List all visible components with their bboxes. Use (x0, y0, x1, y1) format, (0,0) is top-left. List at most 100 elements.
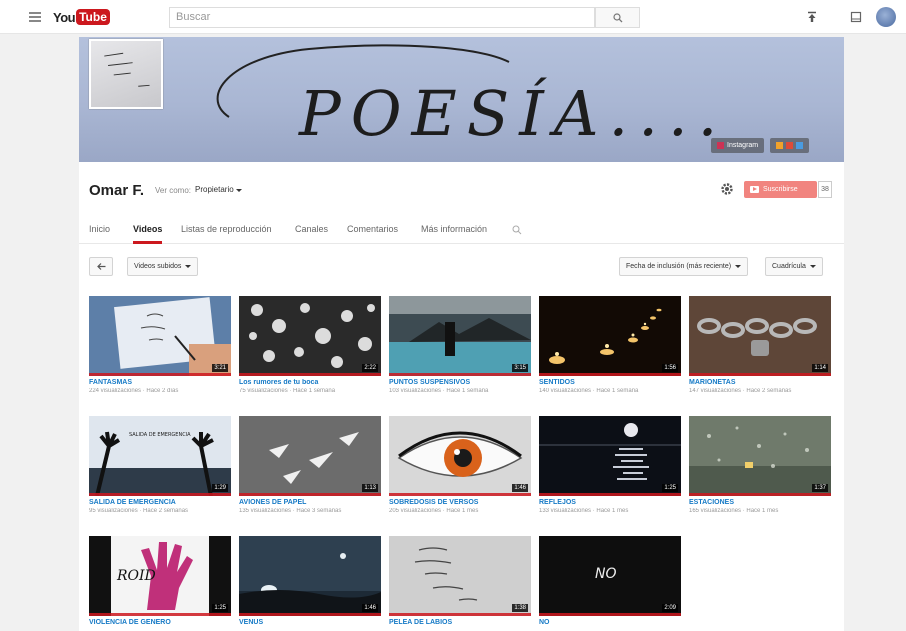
tab-about[interactable]: Más información (421, 224, 487, 244)
video-card[interactable]: 2:22 Los rumores de tu boca 75 visualiza… (239, 296, 381, 394)
video-title[interactable]: REFLEJOS (539, 499, 681, 506)
tab-videos[interactable]: Videos (133, 224, 163, 244)
banner-text: POESÍA.... (298, 77, 727, 150)
video-title[interactable]: AVIONES DE PAPEL (239, 499, 381, 506)
video-thumbnail[interactable]: 1:37 (689, 416, 831, 496)
banner-link-instagram[interactable]: Instagram (711, 138, 765, 153)
tab-channels[interactable]: Canales (295, 224, 328, 244)
tab-comments[interactable]: Comentarios (347, 224, 398, 244)
watched-progress-bar (689, 373, 831, 376)
google-plus-icon (786, 142, 794, 149)
video-card[interactable]: 1:38 PELEA DE LABIOS (389, 536, 531, 628)
logo-tube-text: Tube (76, 9, 110, 25)
video-title[interactable]: FANTASMAS (89, 379, 231, 386)
watched-progress-bar (389, 493, 531, 496)
watched-progress-bar (89, 373, 231, 376)
instagram-icon (717, 142, 724, 149)
logo-you-text: You (53, 9, 76, 25)
video-thumbnail[interactable]: 1:14 (689, 296, 831, 376)
channel-name[interactable]: Omar F. (89, 182, 144, 199)
video-card[interactable]: ROID 1:25 VIOLENCIA DE GENERO (89, 536, 231, 628)
video-title[interactable]: PELEA DE LABIOS (389, 619, 531, 626)
watched-progress-bar (689, 493, 831, 496)
video-thumbnail[interactable]: 1:13 (239, 416, 381, 496)
uploads-label: Videos subidos (134, 263, 182, 270)
video-thumbnail[interactable]: ROID 1:25 (89, 536, 231, 616)
tab-inicio[interactable]: Inicio (89, 224, 110, 244)
watched-progress-bar (389, 373, 531, 376)
video-title[interactable]: PUNTOS SUSPENSIVOS (389, 379, 531, 386)
video-thumbnail[interactable]: 1:56 (539, 296, 681, 376)
video-card[interactable]: 1:25 REFLEJOS 133 visualizaciones · Hace… (539, 416, 681, 514)
video-thumbnail[interactable]: 3:15 (389, 296, 531, 376)
youtube-logo[interactable]: You Tube (53, 8, 110, 26)
channel-avatar[interactable] (89, 39, 163, 109)
video-card[interactable]: 3:21 FANTASMAS 224 visualizaciones · Hac… (89, 296, 231, 394)
video-card[interactable]: NO 2:09 NO (539, 536, 681, 628)
video-card[interactable]: SALIDA DE EMERGENCIA 1:29 SALIDA DE EMER… (89, 416, 231, 514)
video-thumbnail[interactable]: 1:25 (539, 416, 681, 496)
video-thumbnail[interactable]: SALIDA DE EMERGENCIA 1:29 (89, 416, 231, 496)
video-card[interactable]: 1:13 AVIONES DE PAPEL 135 visualizacione… (239, 416, 381, 514)
back-button[interactable] (89, 257, 113, 276)
video-thumbnail[interactable]: 1:46 (389, 416, 531, 496)
channel-header: Omar F. Ver como: Propietario Suscribirs… (79, 162, 844, 218)
video-thumbnail[interactable]: NO 2:09 (539, 536, 681, 616)
thumbnail-caption: NO (595, 566, 617, 582)
video-thumbnail[interactable]: 2:22 (239, 296, 381, 376)
upload-icon[interactable] (806, 11, 818, 23)
video-duration: 1:38 (512, 604, 528, 612)
channel-tabs: Inicio Videos Listas de reproducción Can… (79, 218, 844, 244)
video-title[interactable]: NO (539, 619, 681, 626)
search-button[interactable] (595, 7, 640, 28)
video-card[interactable]: 1:56 SENTIDOS 140 visualizaciones · Hace… (539, 296, 681, 394)
video-card[interactable]: 1:14 MARIONETAS 147 visualizaciones · Ha… (689, 296, 831, 394)
video-card[interactable]: 1:46 VENUS (239, 536, 381, 628)
view-as-select[interactable]: Propietario (195, 185, 242, 194)
video-title[interactable]: SALIDA DE EMERGENCIA (89, 499, 231, 506)
video-duration: 1:25 (212, 604, 228, 612)
search-icon[interactable] (512, 225, 522, 235)
tab-playlists[interactable]: Listas de reproducción (181, 224, 272, 244)
video-title[interactable]: SENTIDOS (539, 379, 681, 386)
video-meta: 75 visualizaciones · Hace 1 semana (239, 388, 336, 394)
video-thumbnail[interactable]: 1:38 (389, 536, 531, 616)
chevron-down-icon (185, 265, 192, 268)
video-card[interactable]: 1:37 ESTACIONES 165 visualizaciones · Ha… (689, 416, 831, 514)
sort-dropdown[interactable]: Fecha de inclusión (más reciente) (619, 257, 749, 276)
video-meta: 140 visualizaciones · Hace 1 semana (539, 388, 639, 394)
banner-link-label: Instagram (727, 142, 759, 149)
channel-banner: POESÍA.... Instagram (79, 37, 844, 162)
video-title[interactable]: Los rumores de tu boca (239, 379, 381, 386)
video-title[interactable]: MARIONETAS (689, 379, 831, 386)
videos-toolbar: Videos subidos Fecha de inclusión (más r… (79, 257, 844, 279)
video-title[interactable]: VENUS (239, 619, 381, 626)
video-title[interactable]: ESTACIONES (689, 499, 831, 506)
video-card[interactable]: 3:15 PUNTOS SUSPENSIVOS 103 visualizacio… (389, 296, 531, 394)
video-card[interactable]: 1:46 SOBREDOSIS DE VERSOS 205 visualizac… (389, 416, 531, 514)
video-thumbnail[interactable]: 3:21 (89, 296, 231, 376)
watched-progress-bar (239, 613, 381, 616)
video-duration: 1:29 (212, 484, 228, 492)
youtube-play-icon (750, 186, 759, 193)
watched-progress-bar (539, 373, 681, 376)
video-thumbnail[interactable]: 1:46 (239, 536, 381, 616)
subscriber-count: 38 (818, 181, 832, 198)
search-input[interactable]: Buscar (169, 7, 595, 28)
uploads-dropdown[interactable]: Videos subidos (127, 257, 199, 276)
video-title[interactable]: VIOLENCIA DE GENERO (89, 619, 231, 626)
notifications-icon[interactable] (850, 11, 862, 23)
view-dropdown[interactable]: Cuadrícula (765, 257, 823, 276)
gear-icon[interactable] (720, 182, 734, 196)
banner-link-social[interactable] (770, 138, 810, 153)
view-label: Cuadrícula (772, 263, 806, 270)
video-meta: 224 visualizaciones · Hace 2 días (89, 388, 179, 394)
watched-progress-bar (539, 493, 681, 496)
menu-icon[interactable] (29, 12, 41, 22)
avatar[interactable] (876, 7, 896, 27)
video-duration: 1:56 (662, 364, 678, 372)
video-duration: 2:09 (662, 604, 678, 612)
subscribe-button[interactable]: Suscribirse (744, 181, 817, 198)
mail-icon (796, 142, 804, 149)
video-title[interactable]: SOBREDOSIS DE VERSOS (389, 499, 531, 506)
